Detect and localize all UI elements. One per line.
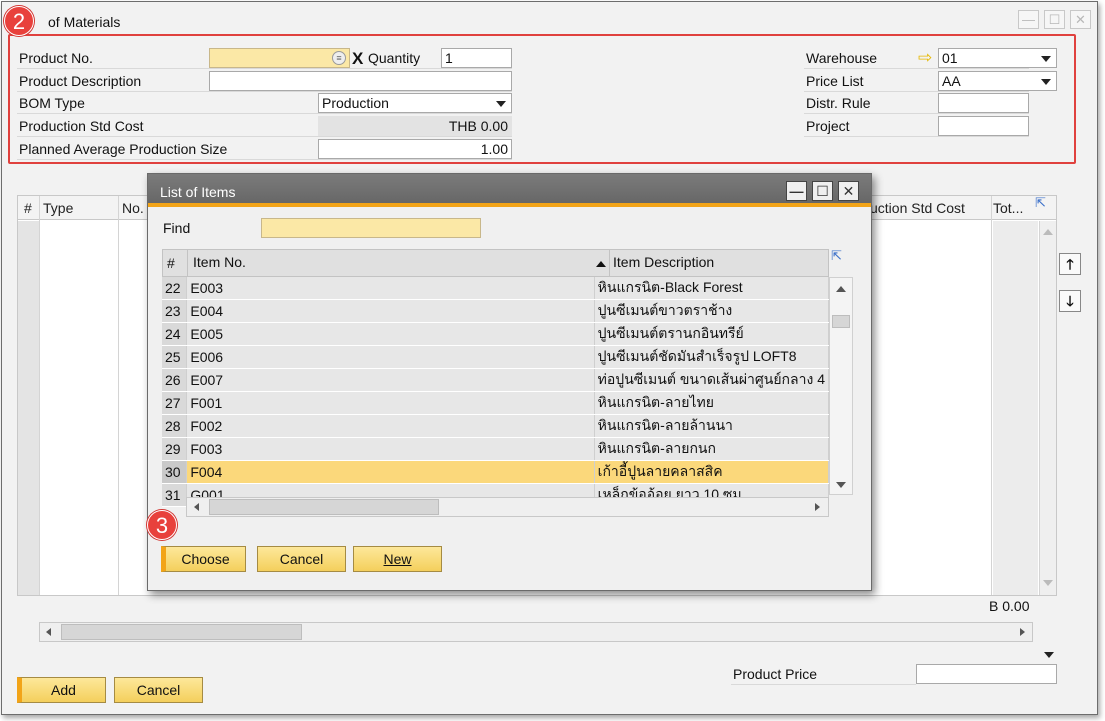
cancel-button[interactable]: Cancel — [114, 677, 203, 703]
scroll-thumb[interactable] — [832, 315, 850, 328]
items-table-row[interactable]: 23 E004 ปูนซีเมนต์ขาวตราช้าง — [162, 299, 830, 323]
col-item-description-header[interactable]: Item Description — [613, 254, 714, 270]
row-item-description: ท่อปูนซีเมนต์ ขนาดเส้นผ่าศูนย์กลาง 4 — [594, 368, 830, 392]
row-item-description: ปูนซีเมนต์ขาวตราช้าง — [594, 299, 830, 323]
scroll-down-icon[interactable] — [836, 482, 846, 488]
expand-down-icon[interactable] — [1044, 652, 1054, 658]
add-button[interactable]: Add — [17, 677, 106, 703]
row-item-description: หินแกรนิต-ลายไทย — [594, 391, 830, 415]
product-price-label: Product Price — [733, 666, 818, 682]
row-item-description: ปูนซีเมนต์ตรานกอินทรีย์ — [594, 322, 830, 346]
grid-col-std-cost: uction Std Cost — [870, 200, 965, 216]
row-item-no: E006 — [186, 345, 595, 369]
move-up-button[interactable]: 🡑 — [1059, 253, 1081, 275]
row-item-no: E007 — [186, 368, 595, 392]
scroll-thumb[interactable] — [209, 499, 439, 515]
row-item-description: หินแกรนิต-ลายล้านนา — [594, 414, 830, 438]
row-item-no: F003 — [186, 437, 595, 461]
grid-col-num: # — [24, 200, 32, 216]
grid-col-no: No. — [122, 200, 144, 216]
scroll-down-icon[interactable] — [1043, 580, 1053, 586]
row-num: 24 — [162, 322, 188, 346]
find-input[interactable] — [261, 218, 481, 238]
grid-total-value: B 0.00 — [989, 598, 1030, 614]
close-icon[interactable]: ✕ — [1070, 10, 1091, 29]
product-price-field[interactable] — [916, 664, 1057, 684]
row-item-no: E003 — [186, 277, 595, 300]
items-table-row[interactable]: 26 E007 ท่อปูนซีเมนต์ ขนาดเส้นผ่าศูนย์กลาง… — [162, 368, 830, 392]
arrow-up-icon: 🡑 — [1066, 256, 1074, 272]
row-num: 30 — [162, 460, 188, 484]
dialog-expand-icon[interactable]: ⇱ — [831, 248, 842, 264]
items-table-row[interactable]: 22 E003 หินแกรนิต-Black Forest — [162, 277, 830, 300]
row-item-no: F002 — [186, 414, 595, 438]
row-item-no: E004 — [186, 299, 595, 323]
items-table: 22 E003 หินแกรนิต-Black Forest 23 E004 ปูนซีเ… — [162, 277, 830, 507]
items-table-row[interactable]: 30 F004 เก้าอี้ปูนลายคลาสสิค — [162, 460, 830, 484]
scroll-left-icon[interactable] — [194, 503, 199, 511]
dialog-title: List of Items — [160, 184, 236, 200]
scroll-up-icon[interactable] — [1043, 229, 1053, 235]
row-item-description: หินแกรนิต-Black Forest — [594, 277, 830, 300]
grid-hscrollbar[interactable] — [39, 622, 1033, 642]
window-title: of Materials — [48, 14, 121, 30]
scroll-left-icon[interactable] — [46, 628, 51, 636]
row-num: 29 — [162, 437, 188, 461]
row-item-description: หินแกรนิต-ลายกนก — [594, 437, 830, 461]
dialog-minimize-icon[interactable]: — — [786, 181, 807, 201]
grid-col-total: Tot... — [993, 200, 1024, 216]
expand-icon[interactable]: ⇱ — [1035, 195, 1046, 211]
items-table-row[interactable]: 25 E006 ปูนซีเมนต์ชัดมันสำเร็จรูป LOFT8 — [162, 345, 830, 369]
dialog-cancel-button[interactable]: Cancel — [257, 546, 346, 572]
items-table-row[interactable]: 28 F002 หินแกรนิต-ลายล้านนา — [162, 414, 830, 438]
scroll-thumb[interactable] — [61, 624, 302, 640]
row-item-description: ปูนซีเมนต์ชัดมันสำเร็จรูป LOFT8 — [594, 345, 830, 369]
items-table-row[interactable]: 24 E005 ปูนซีเมนต์ตรานกอินทรีย์ — [162, 322, 830, 346]
new-button[interactable]: New — [353, 546, 442, 572]
row-num: 25 — [162, 345, 188, 369]
row-item-no: F004 — [186, 460, 595, 484]
dialog-titlebar: List of Items — ☐ ✕ — [148, 174, 871, 207]
row-num: 23 — [162, 299, 188, 323]
dialog-maximize-icon[interactable]: ☐ — [812, 181, 833, 201]
grid-col-type: Type — [43, 200, 74, 216]
col-num-header: # — [167, 255, 175, 271]
arrow-down-icon: 🡓 — [1066, 293, 1074, 309]
grid-row-numbers — [18, 221, 39, 595]
minimize-icon[interactable]: — — [1018, 10, 1039, 29]
row-num: 31 — [162, 483, 188, 507]
items-table-row[interactable]: 29 F003 หินแกรนิต-ลายกนก — [162, 437, 830, 461]
header-highlight — [8, 34, 1076, 164]
scroll-right-icon[interactable] — [1020, 628, 1025, 636]
grid-total-column — [993, 221, 1038, 595]
scroll-up-icon[interactable] — [836, 286, 846, 292]
items-list-header: # Item No. Item Description — [162, 249, 829, 277]
col-item-no-header[interactable]: Item No. — [193, 254, 246, 270]
row-item-no: E005 — [186, 322, 595, 346]
step-badge-2: 2 — [4, 6, 34, 36]
maximize-icon[interactable]: ☐ — [1044, 10, 1065, 29]
grid-vscrollbar[interactable] — [1039, 221, 1056, 595]
dialog-close-icon[interactable]: ✕ — [838, 181, 859, 201]
find-label: Find — [163, 220, 191, 236]
scroll-right-icon[interactable] — [815, 503, 820, 511]
step-badge-3: 3 — [147, 510, 177, 540]
items-hscrollbar[interactable] — [186, 497, 829, 517]
row-item-no: F001 — [186, 391, 595, 415]
items-vscrollbar[interactable] — [829, 277, 853, 495]
sort-asc-icon — [596, 261, 606, 267]
choose-button[interactable]: Choose — [161, 546, 246, 572]
row-item-description: เก้าอี้ปูนลายคลาสสิค — [594, 460, 830, 484]
row-num: 26 — [162, 368, 188, 392]
row-num: 27 — [162, 391, 188, 415]
list-of-items-dialog: List of Items — ☐ ✕ Find # Item No. Item… — [147, 173, 872, 591]
move-down-button[interactable]: 🡓 — [1059, 290, 1081, 312]
row-num: 22 — [162, 277, 188, 300]
items-table-row[interactable]: 27 F001 หินแกรนิต-ลายไทย — [162, 391, 830, 415]
row-num: 28 — [162, 414, 188, 438]
